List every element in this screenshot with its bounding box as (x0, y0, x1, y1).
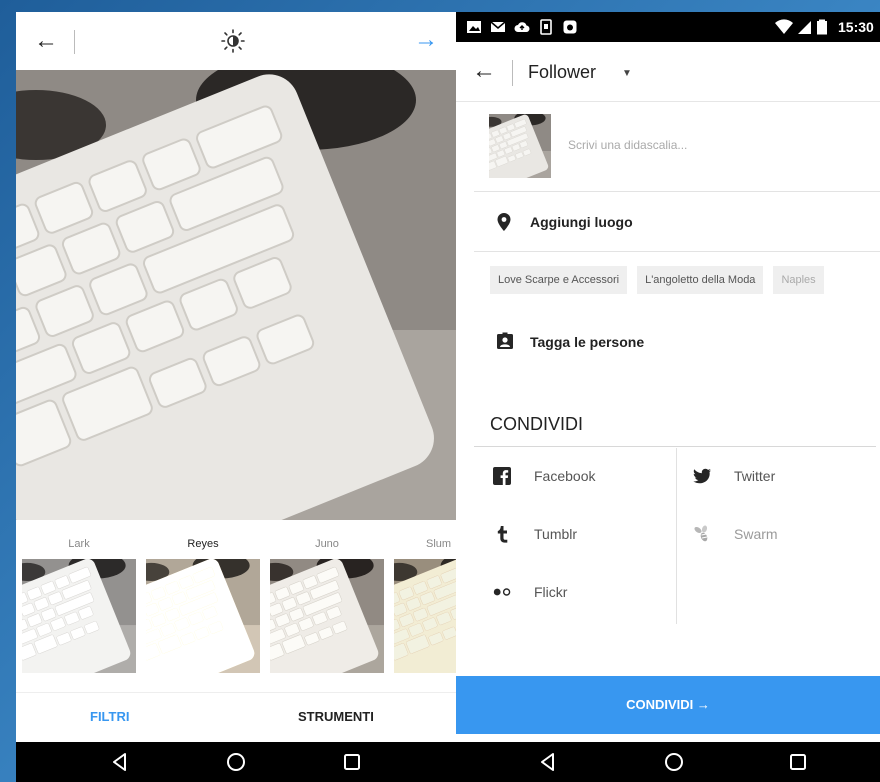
android-navbar (16, 742, 456, 782)
brightness-icon[interactable] (220, 28, 246, 54)
cloud-upload-icon (514, 22, 530, 33)
status-bar: 15:30 (456, 12, 880, 42)
share-submit-button[interactable]: CONDIVIDI → (456, 676, 880, 734)
wifi-icon (775, 19, 793, 34)
share-flickr-label: Flickr (534, 584, 568, 600)
filter-reyes[interactable]: Reyes (146, 520, 260, 692)
share-divider (474, 446, 876, 447)
filter-thumbnail (146, 559, 260, 673)
share-header: ← Follower ▼ (456, 42, 880, 102)
home-circle-icon[interactable] (224, 750, 248, 774)
share-tumblr-label: Tumblr (534, 526, 578, 542)
gallery-icon (467, 21, 481, 33)
filter-label: Lark (68, 538, 90, 550)
recents-square-icon[interactable] (340, 750, 364, 774)
back-arrow-icon[interactable]: ← (472, 58, 496, 84)
tab-strumenti[interactable]: STRUMENTI (298, 709, 374, 724)
filter-thumbnail (270, 559, 384, 673)
share-facebook-label: Facebook (534, 468, 596, 484)
tag-people-label: Tagga le persone (530, 334, 645, 350)
editor-tabs: FILTRI STRUMENTI (16, 692, 456, 742)
add-location-row[interactable]: Aggiungi luogo (474, 192, 880, 252)
battery-icon (817, 19, 827, 35)
recents-square-icon[interactable] (786, 750, 810, 774)
next-arrow-icon[interactable]: → (414, 27, 440, 53)
flickr-icon (493, 588, 511, 596)
share-column-divider (676, 448, 677, 624)
back-triangle-icon[interactable] (108, 750, 132, 774)
location-pin-icon (497, 213, 511, 231)
filter-thumbnail (394, 559, 456, 673)
filter-label: Juno (315, 538, 339, 550)
caption-input[interactable]: Scrivi una didascalia... (568, 138, 687, 152)
add-location-label: Aggiungi luogo (530, 214, 633, 230)
device-icon (540, 19, 552, 35)
swarm-bee-icon (694, 525, 708, 542)
share-section-title: CONDIVIDI (490, 414, 584, 434)
home-circle-icon[interactable] (662, 750, 686, 774)
post-thumbnail (489, 114, 551, 178)
audience-dropdown[interactable]: Follower (528, 62, 596, 83)
header-divider (512, 60, 513, 86)
mail-icon (490, 21, 506, 32)
button-gap (456, 734, 880, 742)
filter-label: Slum (426, 538, 452, 550)
chevron-down-icon[interactable]: ▼ (622, 68, 632, 79)
status-time: 15:30 (838, 19, 874, 35)
facebook-icon (493, 467, 511, 485)
share-twitter-label: Twitter (734, 468, 776, 484)
topbar-divider (74, 30, 75, 54)
location-suggestions: Love Scarpe e Accessori L'angoletto della… (490, 266, 880, 294)
share-screen: 15:30 ← Follower ▼ Scrivi una didascalia… (456, 12, 880, 782)
android-navbar (456, 742, 880, 782)
filter-screen: ← → Lark Reyes Juno Slum FILTRI STRUMENT… (16, 12, 456, 782)
location-chip[interactable]: L'angoletto della Moda (637, 266, 764, 294)
tag-person-icon (497, 332, 513, 349)
filter-label: Reyes (187, 538, 219, 550)
caption-row: Scrivi una didascalia... (474, 102, 880, 192)
twitter-icon (693, 468, 711, 484)
filter-juno[interactable]: Juno (270, 520, 384, 692)
photo-preview (16, 70, 456, 520)
share-swarm-label: Swarm (734, 526, 778, 542)
tab-filtri[interactable]: FILTRI (90, 709, 129, 724)
tag-people-row[interactable]: Tagga le persone (474, 312, 880, 372)
location-chip[interactable]: Love Scarpe e Accessori (490, 266, 628, 294)
filter-thumbnail (22, 559, 136, 673)
filter-lark[interactable]: Lark (22, 520, 136, 692)
back-arrow-icon[interactable]: ← (34, 28, 60, 54)
filter-topbar: ← → (16, 12, 456, 70)
signal-icon (798, 21, 811, 34)
share-submit-label: CONDIVIDI → (626, 697, 710, 712)
tumblr-icon (497, 526, 508, 543)
back-triangle-icon[interactable] (536, 750, 560, 774)
filter-slumber[interactable]: Slum (394, 520, 456, 692)
location-chip[interactable]: Naples (773, 266, 824, 294)
instagram-icon (563, 20, 577, 34)
filter-strip[interactable]: Lark Reyes Juno Slum (16, 520, 456, 692)
